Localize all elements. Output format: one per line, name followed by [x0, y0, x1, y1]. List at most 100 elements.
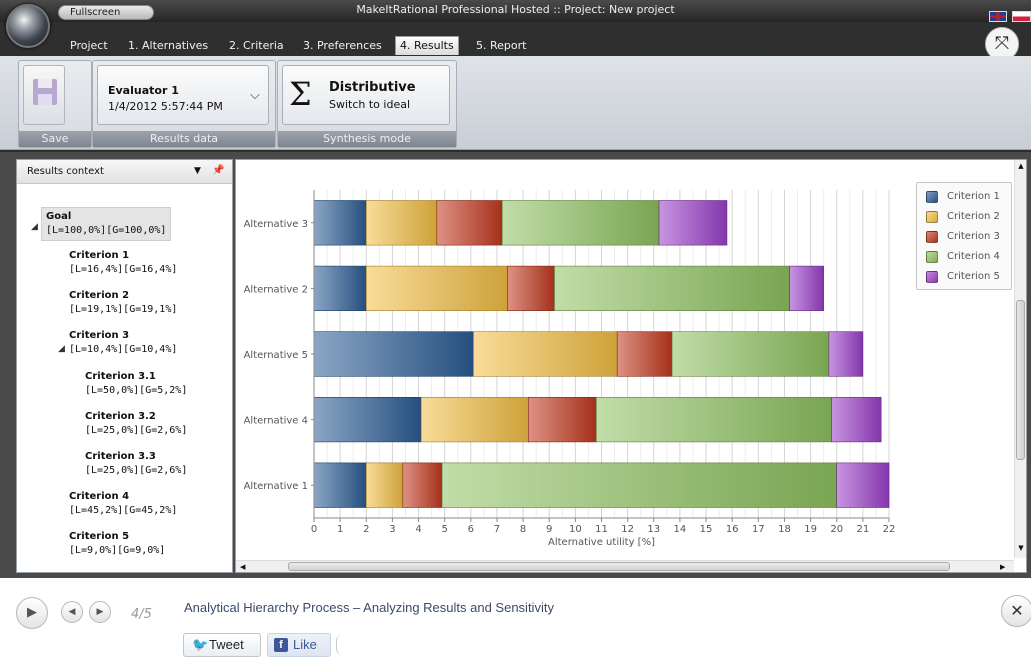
legend-swatch — [926, 191, 938, 203]
app-menu-orb-button[interactable] — [6, 4, 50, 48]
twitter-bird-icon: 🐦 — [192, 637, 209, 652]
bar-segment — [420, 396, 529, 443]
tree-node-criterion-5[interactable]: Criterion 5 [L=9,0%][G=9,0%] — [69, 530, 165, 558]
tree-node-criterion-1[interactable]: Criterion 1 [L=16,4%][G=16,4%] — [69, 249, 177, 277]
pin-icon[interactable]: 📌 — [212, 165, 224, 176]
synthesis-mode-subtitle: Switch to ideal — [329, 98, 411, 111]
x-tick-label: 15 — [700, 524, 713, 535]
tree-node-criterion-3-1[interactable]: Criterion 3.1 [L=50,0%][G=5,2%] — [85, 370, 187, 398]
x-tick-label: 13 — [647, 524, 660, 535]
results-chart-panel: Alternative 3 Alternative 2 Alternative 5 A… — [235, 159, 1027, 573]
tree-node-name: Criterion 3.3 — [85, 451, 156, 462]
tree-node-name: Criterion 2 — [69, 290, 130, 301]
horizontal-scroll-thumb[interactable] — [288, 562, 950, 571]
app-window: MakeItRational Professional Hosted :: Pr… — [0, 0, 1031, 578]
tree-node-criterion-2[interactable]: Criterion 2 [L=19,1%][G=19,1%] — [69, 289, 177, 317]
vertical-scrollbar[interactable]: ▲ ▼ — [1014, 160, 1026, 558]
x-tick-label: 0 — [311, 524, 317, 535]
tree-node-criterion-4[interactable]: Criterion 4 [L=45,2%][G=45,2%] — [69, 490, 177, 518]
bar-segment — [313, 462, 367, 508]
tree-node-name: Criterion 3.2 — [85, 411, 156, 422]
previous-slide-button[interactable]: ◀ — [61, 601, 83, 623]
tree-node-criterion-3[interactable]: Criterion 3 [L=10,4%][G=10,4%] — [69, 329, 177, 357]
scroll-up-icon[interactable]: ▲ — [1015, 162, 1027, 170]
tree-collapse-icon[interactable]: ◢ — [58, 344, 65, 354]
bar-segment — [836, 462, 890, 508]
window-title: MakeItRational Professional Hosted :: Pr… — [356, 3, 675, 16]
tree-node-values: [L=16,4%][G=16,4%] — [69, 264, 178, 275]
results-context-header: Results context ▼ 📌 — [17, 160, 232, 184]
tweet-button[interactable]: 🐦 Tweet — [183, 633, 261, 657]
synthesis-mode-button[interactable]: Σ Distributive Switch to ideal — [282, 65, 450, 125]
play-button[interactable]: ▶ — [16, 597, 48, 629]
x-tick-label: 19 — [804, 524, 817, 535]
tab-results[interactable]: 4. Results — [395, 36, 459, 55]
save-group-label: Save — [19, 131, 91, 147]
legend-label: Criterion 2 — [947, 211, 1000, 222]
tree-node-name: Criterion 3 — [69, 330, 130, 341]
dropdown-arrow-icon[interactable]: ▼ — [194, 166, 201, 176]
tree-node-goal[interactable]: Goal [L=100,0%][G=100,0%] — [41, 207, 172, 241]
x-tick-label: 14 — [674, 524, 687, 535]
evaluator-dropdown[interactable]: Evaluator 1 1/4/2012 5:57:44 PM ⌵ — [97, 65, 269, 125]
bar-segment — [507, 265, 555, 312]
next-slide-button[interactable]: ▶ — [89, 601, 111, 623]
tab-project[interactable]: Project — [66, 37, 112, 54]
y-tick-label: Alternative 3 — [244, 219, 308, 230]
bar-segment — [501, 200, 660, 246]
bar-segment — [671, 331, 830, 377]
tree-collapse-icon[interactable]: ◢ — [31, 222, 38, 232]
polish-flag-icon[interactable] — [1012, 11, 1031, 22]
tab-preferences[interactable]: 3. Preferences — [299, 37, 386, 54]
like-count-bubble — [336, 635, 346, 655]
x-tick-label: 17 — [752, 524, 765, 535]
english-flag-icon[interactable] — [989, 11, 1007, 22]
chevron-down-icon: ⌵ — [250, 88, 260, 103]
tree-node-values: [L=25,0%][G=2,6%] — [85, 465, 188, 476]
bar-segment — [436, 200, 503, 246]
facebook-like-button[interactable]: f Like — [267, 633, 331, 657]
tab-alternatives[interactable]: 1. Alternatives — [124, 37, 212, 54]
results-data-group-label: Results data — [93, 131, 275, 147]
fullscreen-button[interactable]: Fullscreen — [58, 5, 154, 20]
horizontal-scrollbar[interactable]: ◀ ▶ — [236, 560, 1014, 572]
y-tick-label: Alternative 2 — [244, 284, 308, 295]
vertical-scroll-thumb[interactable] — [1016, 300, 1025, 460]
slide-counter: 4/5 — [131, 607, 152, 622]
ribbon: Save Evaluator 1 1/4/2012 5:57:44 PM ⌵ R… — [0, 56, 1031, 150]
x-tick-label: 7 — [494, 524, 500, 535]
x-tick-label: 8 — [520, 524, 526, 535]
x-tick-label: 5 — [441, 524, 447, 535]
bar-segment — [473, 331, 618, 377]
x-tick-label: 10 — [569, 524, 582, 535]
chart-legend: Criterion 1 Criterion 2 Criterion 3 Criteri… — [916, 182, 1012, 290]
content-area: Results context ▼ 📌 ◢ Goal [L=100,0%][G=… — [0, 152, 1031, 578]
main-menu: Project 1. Alternatives 2. Criteria 3. P… — [0, 22, 1031, 57]
tree-node-criterion-3-2[interactable]: Criterion 3.2 [L=25,0%][G=2,6%] — [85, 410, 187, 438]
scroll-right-icon[interactable]: ▶ — [1000, 561, 1005, 573]
tweet-label: Tweet — [209, 637, 244, 652]
bar-segment — [441, 462, 838, 508]
legend-swatch — [926, 271, 938, 283]
bar-segment — [313, 200, 367, 246]
tab-criteria[interactable]: 2. Criteria — [225, 37, 288, 54]
scroll-left-icon[interactable]: ◀ — [240, 561, 245, 573]
tree-node-name: Goal — [46, 211, 72, 222]
facebook-icon: f — [274, 638, 288, 652]
tab-report[interactable]: 5. Report — [472, 37, 530, 54]
bar-segment — [658, 200, 728, 246]
save-button[interactable] — [23, 65, 65, 125]
legend-label: Criterion 4 — [947, 251, 1000, 262]
scroll-down-icon[interactable]: ▼ — [1015, 544, 1027, 552]
tree-node-criterion-3-3[interactable]: Criterion 3.3 [L=25,0%][G=2,6%] — [85, 450, 187, 478]
close-button[interactable]: ✕ — [1001, 595, 1031, 627]
x-tick-label: 16 — [726, 524, 739, 535]
y-tick-label: Alternative 1 — [244, 481, 308, 492]
slide-title: Analytical Hierarchy Process – Analyzing… — [184, 600, 554, 615]
bar-segment — [365, 462, 404, 508]
synthesis-mode-group-label: Synthesis mode — [278, 131, 456, 147]
tree-node-values: [L=45,2%][G=45,2%] — [69, 505, 178, 516]
tree-node-values: [L=50,0%][G=5,2%] — [85, 385, 188, 396]
tree-node-values: [L=100,0%][G=100,0%] — [46, 225, 167, 236]
synthesis-mode-title: Distributive — [329, 80, 416, 95]
